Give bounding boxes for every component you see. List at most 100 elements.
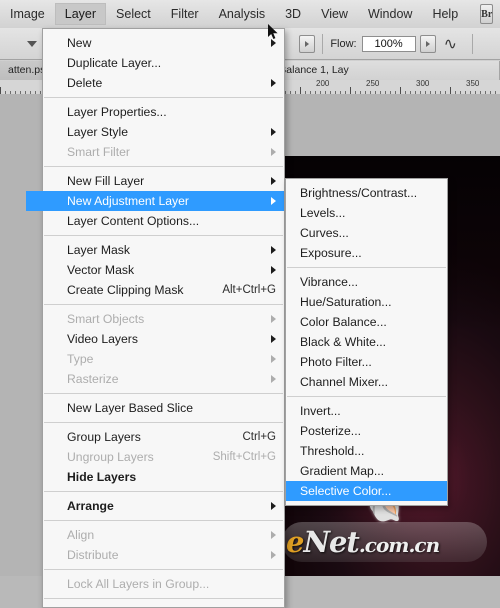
submenu-arrow-icon <box>271 502 276 510</box>
watermark-domain: .com.cn <box>358 533 440 557</box>
menu-item-label: Lock All Layers in Group... <box>67 577 210 591</box>
bridge-icon[interactable]: Br <box>480 4 494 24</box>
menu-item-label: Hue/Saturation... <box>300 295 392 309</box>
adjustment-submenu-item-gradient-map[interactable]: Gradient Map... <box>286 461 447 481</box>
submenu-arrow-icon <box>271 266 276 274</box>
layer-menu-item-video-layers[interactable]: Video Layers <box>43 329 284 349</box>
menu-item-label: Duplicate Layer... <box>67 56 162 70</box>
submenu-arrow-icon <box>271 79 276 87</box>
submenu-arrow-icon <box>271 335 276 343</box>
layer-menu-separator <box>44 235 283 236</box>
menu-filter[interactable]: Filter <box>161 3 209 25</box>
menu-item-label: Photo Filter... <box>300 355 372 369</box>
adjustment-submenu-item-curves[interactable]: Curves... <box>286 223 447 243</box>
menu-view[interactable]: View <box>311 3 358 25</box>
menu-item-label: Hide Layers <box>67 470 137 484</box>
layer-menu-item-hide-layers[interactable]: Hide Layers <box>43 467 284 487</box>
menu-item-label: Layer Properties... <box>67 105 167 119</box>
layer-menu-item-create-clipping-mask[interactable]: Create Clipping Mask Alt+Ctrl+G <box>43 280 284 300</box>
menu-item-label: Gradient Map... <box>300 464 384 478</box>
adjustment-submenu-item-color-balance[interactable]: Color Balance... <box>286 312 447 332</box>
submenu-arrow-icon <box>271 177 276 185</box>
layer-menu-separator <box>44 491 283 492</box>
ruler-label-250: 250 <box>366 80 380 88</box>
menu-help[interactable]: Help <box>422 3 468 25</box>
menu-item-shortcut: Shift+Ctrl+G <box>212 451 276 463</box>
submenu-arrow-icon <box>271 355 276 363</box>
options-divider-3 <box>472 33 473 54</box>
layer-menu-item-layer-properties[interactable]: Layer Properties... <box>43 102 284 122</box>
layer-menu-item-vector-mask[interactable]: Vector Mask <box>43 260 284 280</box>
submenu-arrow-icon <box>271 375 276 383</box>
layer-menu-item-new-fill-layer[interactable]: New Fill Layer <box>43 171 284 191</box>
layer-menu-item-new-adjustment-layer[interactable]: New Adjustment Layer <box>26 191 284 211</box>
layer-menu-separator <box>44 166 283 167</box>
layer-menu-item-new-layer-based-slice[interactable]: New Layer Based Slice <box>43 398 284 418</box>
layer-menu-item-ungroup-layers: Ungroup Layers Shift+Ctrl+G <box>43 447 284 467</box>
tool-preset-chevron-icon[interactable] <box>27 40 37 47</box>
menu-select[interactable]: Select <box>106 3 161 25</box>
adjustment-submenu-item-invert[interactable]: Invert... <box>286 401 447 421</box>
adjustment-submenu-item-hue-saturation[interactable]: Hue/Saturation... <box>286 292 447 312</box>
adjustment-submenu-separator <box>287 396 446 397</box>
layer-menu-item-group-layers[interactable]: Group Layers Ctrl+G <box>43 427 284 447</box>
flow-input[interactable]: 100% <box>361 35 416 52</box>
layer-menu-item-smart-filter: Smart Filter <box>43 142 284 162</box>
menu-bar: Image Layer Select Filter Analysis 3D Vi… <box>0 0 500 29</box>
adjustment-submenu-item-photo-filter[interactable]: Photo Filter... <box>286 352 447 372</box>
menu-item-label: New Fill Layer <box>67 174 145 188</box>
adjustment-submenu-item-selective-color[interactable]: Selective Color... <box>286 481 447 501</box>
photoshop-window: Image Layer Select Filter Analysis 3D Vi… <box>0 0 500 608</box>
submenu-arrow-icon <box>271 39 276 47</box>
menu-item-label: Smart Filter <box>67 145 130 159</box>
new-adjustment-layer-submenu[interactable]: Brightness/Contrast... Levels... Curves...… <box>285 178 448 506</box>
watermark-net: Net <box>303 525 359 559</box>
menu-window[interactable]: Window <box>358 3 422 25</box>
adjustment-submenu-item-levels[interactable]: Levels... <box>286 203 447 223</box>
menu-item-label: Layer Content Options... <box>67 214 200 228</box>
layer-menu-item-smart-objects: Smart Objects <box>43 309 284 329</box>
menu-item-label: New Layer Based Slice <box>67 401 193 415</box>
adjustment-submenu-item-posterize[interactable]: Posterize... <box>286 421 447 441</box>
adjustment-submenu-item-vibrance[interactable]: Vibrance... <box>286 272 447 292</box>
menu-item-label: Vibrance... <box>300 275 359 289</box>
layer-menu-item-arrange[interactable]: Arrange <box>43 496 284 516</box>
adjustment-submenu-item-channel-mixer[interactable]: Channel Mixer... <box>286 372 447 392</box>
menu-item-label: Brightness/Contrast... <box>300 186 418 200</box>
menu-item-label: Type <box>67 352 94 366</box>
submenu-arrow-icon <box>271 197 276 205</box>
menu-analysis[interactable]: Analysis <box>209 3 276 25</box>
menu-item-label: New Adjustment Layer <box>67 194 189 208</box>
layer-menu-item-duplicate-layer[interactable]: Duplicate Layer... <box>43 53 284 73</box>
submenu-arrow-icon <box>271 246 276 254</box>
brush-preset-picker[interactable] <box>299 34 316 53</box>
adjustment-submenu-item-black-white[interactable]: Black & White... <box>286 332 447 352</box>
submenu-arrow-icon <box>271 315 276 323</box>
menu-item-label: Ungroup Layers <box>67 450 154 464</box>
menu-image[interactable]: Image <box>0 3 55 25</box>
ruler-label-300: 300 <box>416 80 430 88</box>
layer-menu-item-delete[interactable]: Delete <box>43 73 284 93</box>
layer-menu-item-layer-content-options[interactable]: Layer Content Options... <box>43 211 284 231</box>
layer-menu-separator <box>44 598 283 599</box>
layer-menu-item-layer-mask[interactable]: Layer Mask <box>43 240 284 260</box>
layer-menu-separator <box>44 422 283 423</box>
flow-stepper[interactable] <box>419 34 436 53</box>
layer-menu-panel[interactable]: New Duplicate Layer... Delete Layer Propert… <box>26 28 285 608</box>
layer-menu-item-lock-all-layers-in-group: Lock All Layers in Group... <box>43 574 284 594</box>
layer-menu-separator <box>44 569 283 570</box>
menu-item-label: Group Layers <box>67 430 141 444</box>
adjustment-submenu-item-threshold[interactable]: Threshold... <box>286 441 447 461</box>
adjustment-submenu-item-brightness-contrast[interactable]: Brightness/Contrast... <box>286 183 447 203</box>
menu-item-label: Rasterize <box>67 372 119 386</box>
menu-item-label: Video Layers <box>67 332 138 346</box>
menu-item-label: Curves... <box>300 226 349 240</box>
layer-menu-item-new[interactable]: New <box>43 33 284 53</box>
submenu-arrow-icon <box>271 551 276 559</box>
airbrush-icon[interactable]: ∿ <box>444 34 457 54</box>
menu-layer[interactable]: Layer <box>54 3 107 25</box>
layer-menu-item-layer-style[interactable]: Layer Style <box>43 122 284 142</box>
menu-3d[interactable]: 3D <box>275 3 311 25</box>
adjustment-submenu-item-exposure[interactable]: Exposure... <box>286 243 447 263</box>
watermark-logo: eNet.com.cn <box>286 525 440 561</box>
